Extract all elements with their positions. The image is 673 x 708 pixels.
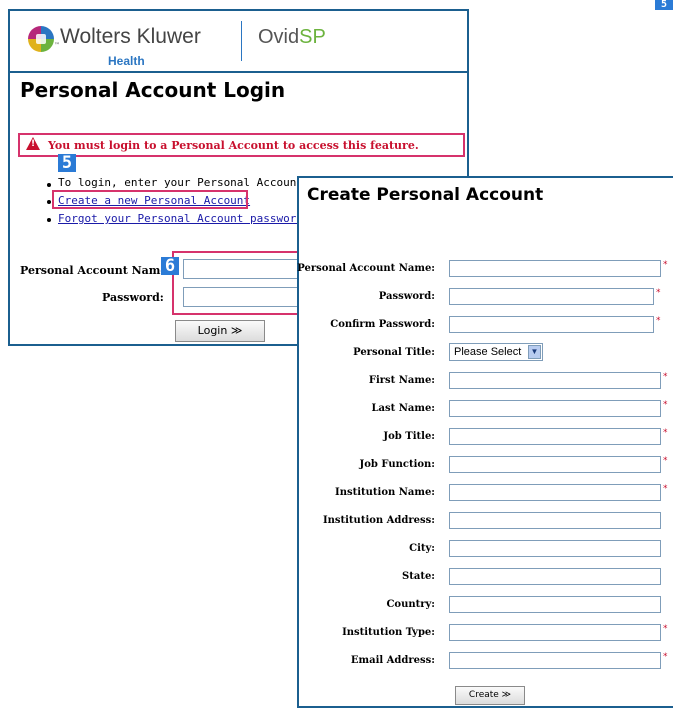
- create-account-window: Create Personal Account Personal Account…: [297, 176, 673, 708]
- chevron-down-icon[interactable]: ▼: [528, 345, 541, 359]
- password-label: Password:: [102, 291, 164, 304]
- highlight-create-link: [52, 190, 248, 209]
- brand-header: ™ Wolters Kluwer Health OvidSP: [10, 11, 467, 71]
- required-mark: *: [663, 400, 668, 410]
- confirm-password-field-label: Confirm Password:: [330, 319, 435, 330]
- state-field[interactable]: [449, 568, 661, 585]
- city-field[interactable]: [449, 540, 661, 557]
- personal-title-field-label: Personal Title:: [353, 347, 435, 358]
- alert-text: You must login to a Personal Account to …: [48, 139, 419, 152]
- first-name-field[interactable]: [449, 372, 661, 389]
- password-field-label: Password:: [378, 291, 435, 302]
- job-title-field[interactable]: [449, 428, 661, 445]
- account-name-field-label: Personal Account Name:: [297, 263, 435, 274]
- wolters-kluwer-logo-icon: [28, 26, 54, 52]
- institution-address-field-label: Institution Address:: [322, 515, 435, 526]
- institution-type-field-label: Institution Type:: [342, 627, 435, 638]
- product-name: OvidSP: [258, 26, 326, 49]
- division-name: Health: [108, 54, 145, 68]
- step-6-badge: 6: [161, 257, 179, 275]
- last-name-field-label: Last Name:: [371, 403, 436, 414]
- header-rule: [10, 71, 467, 73]
- institution-type-field[interactable]: [449, 624, 661, 641]
- warning-icon: !: [26, 137, 40, 150]
- job-function-field-label: Job Function:: [359, 459, 435, 470]
- required-mark: *: [663, 372, 668, 382]
- country-field-label: Country:: [386, 599, 435, 610]
- product-suffix: SP: [299, 26, 326, 48]
- first-name-field-label: First Name:: [368, 375, 435, 386]
- city-field-label: City:: [409, 543, 435, 554]
- warning-mark: !: [31, 139, 36, 149]
- account-name-label: Personal Account Name:: [20, 264, 172, 277]
- bullet-icon: [47, 200, 51, 204]
- institution-address-field[interactable]: [449, 512, 661, 529]
- alert-message: ! You must login to a Personal Account t…: [18, 133, 465, 157]
- state-field-label: State:: [402, 571, 435, 582]
- password-input[interactable]: [183, 287, 311, 307]
- required-mark: *: [656, 288, 661, 298]
- bullet-icon: [47, 218, 51, 222]
- product-prefix: Ovid: [258, 26, 300, 48]
- company-name: Wolters Kluwer: [60, 25, 201, 48]
- bullet-icon: [47, 183, 51, 187]
- confirm-password-field[interactable]: [449, 316, 654, 333]
- brand-divider: [241, 21, 242, 61]
- step-5-badge: 5: [58, 154, 76, 172]
- country-field[interactable]: [449, 596, 661, 613]
- required-mark: *: [663, 624, 668, 634]
- page-title: Personal Account Login: [20, 78, 286, 102]
- create-account-title: Create Personal Account: [307, 185, 544, 205]
- login-button[interactable]: Login ≫: [175, 320, 265, 342]
- required-mark: *: [663, 484, 668, 494]
- email-address-field[interactable]: [449, 652, 661, 669]
- required-mark: *: [663, 428, 668, 438]
- required-mark: *: [656, 316, 661, 326]
- required-mark: *: [663, 652, 668, 662]
- personal-title-value: Please Select: [454, 346, 522, 358]
- email-address-field-label: Email Address:: [350, 655, 435, 666]
- job-title-field-label: Job Title:: [383, 431, 435, 442]
- password-field[interactable]: [449, 288, 654, 305]
- create-button[interactable]: Create ≫: [455, 686, 525, 705]
- step-badge-corner: 5: [655, 0, 673, 10]
- institution-name-field-label: Institution Name:: [335, 487, 435, 498]
- personal-title-select[interactable]: Please Select ▼: [449, 343, 543, 361]
- required-mark: *: [663, 260, 668, 270]
- required-mark: *: [663, 456, 668, 466]
- account-name-input[interactable]: [183, 259, 311, 279]
- institution-name-field[interactable]: [449, 484, 661, 501]
- job-function-field[interactable]: [449, 456, 661, 473]
- forgot-password-link[interactable]: Forgot your Personal Account password?: [58, 212, 310, 225]
- last-name-field[interactable]: [449, 400, 661, 417]
- account-name-field[interactable]: [449, 260, 661, 277]
